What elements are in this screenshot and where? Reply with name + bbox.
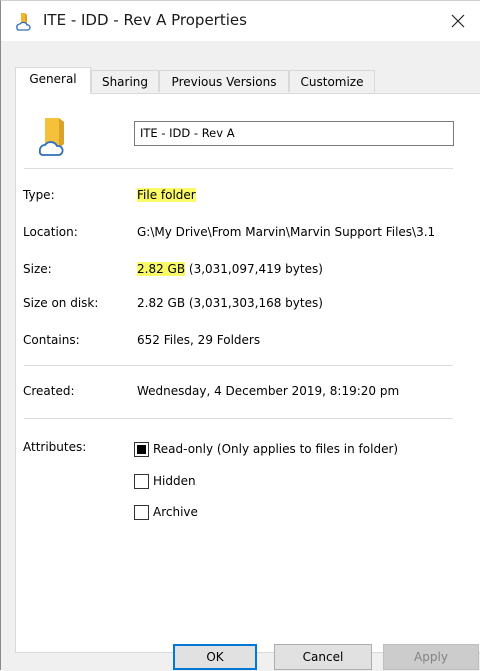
tab-general[interactable]: General — [15, 67, 91, 94]
divider — [24, 418, 453, 419]
divider — [24, 365, 453, 366]
tab-customize[interactable]: Customize — [289, 70, 375, 92]
tab-general-label: General — [29, 72, 77, 86]
tab-customize-label: Customize — [300, 75, 364, 89]
hidden-checkbox[interactable]: Hidden — [134, 471, 196, 491]
window-title: ITE - IDD - Rev A Properties — [43, 11, 247, 29]
archive-checkbox[interactable]: Archive — [134, 502, 198, 522]
tab-sharing[interactable]: Sharing — [91, 70, 159, 92]
hidden-label: Hidden — [153, 474, 196, 488]
created-label: Created: — [23, 384, 75, 398]
close-icon — [451, 14, 465, 28]
size-label: Size: — [23, 262, 52, 276]
divider — [24, 168, 453, 169]
type-value: File folder — [137, 188, 196, 202]
indeterminate-mark — [137, 444, 146, 454]
archive-label: Archive — [153, 505, 198, 519]
title-bar: ITE - IDD - Rev A Properties — [1, 1, 480, 41]
read-only-label: Read-only (Only applies to files in fold… — [153, 442, 399, 456]
folder-cloud-icon — [16, 13, 31, 31]
hidden-check-box[interactable] — [134, 473, 149, 489]
ok-button[interactable]: OK — [173, 644, 257, 670]
type-value-text: File folder — [137, 188, 196, 202]
contains-label: Contains: — [23, 333, 80, 347]
size-value-highlight: 2.82 GB — [137, 262, 186, 276]
general-panel — [15, 93, 480, 653]
read-only-checkbox[interactable]: Read-only (Only applies to files in fold… — [134, 439, 398, 459]
folder-name-value: ITE - IDD - Rev A — [140, 126, 235, 140]
attributes-label: Attributes: — [23, 440, 87, 454]
location-label: Location: — [23, 225, 78, 239]
apply-button[interactable]: Apply — [383, 644, 479, 670]
tab-previous-versions[interactable]: Previous Versions — [159, 70, 289, 92]
tab-previous-versions-label: Previous Versions — [171, 75, 277, 89]
close-button[interactable] — [435, 1, 480, 41]
cancel-button[interactable]: Cancel — [274, 644, 372, 670]
read-only-check-box[interactable] — [134, 441, 149, 457]
folder-name-field[interactable]: ITE - IDD - Rev A — [134, 121, 454, 146]
archive-check-box[interactable] — [134, 504, 149, 520]
created-value: Wednesday, 4 December 2019, 8:19:20 pm — [137, 384, 400, 398]
type-label: Type: — [23, 188, 55, 202]
tab-sharing-label: Sharing — [101, 75, 149, 89]
folder-cloud-icon — [38, 118, 64, 156]
size-on-disk-value: 2.82 GB (3,031,303,168 bytes) — [137, 296, 323, 310]
size-value: 2.82 GB (3,031,097,419 bytes) — [137, 262, 323, 276]
size-on-disk-label: Size on disk: — [23, 296, 99, 310]
location-value: G:\My Drive\From Marvin\Marvin Support F… — [137, 225, 436, 239]
properties-dialog: ITE - IDD - Rev A Properties General Sha… — [0, 0, 480, 671]
contains-value: 652 Files, 29 Folders — [137, 333, 261, 347]
size-value-rest: (3,031,097,419 bytes) — [185, 262, 323, 276]
